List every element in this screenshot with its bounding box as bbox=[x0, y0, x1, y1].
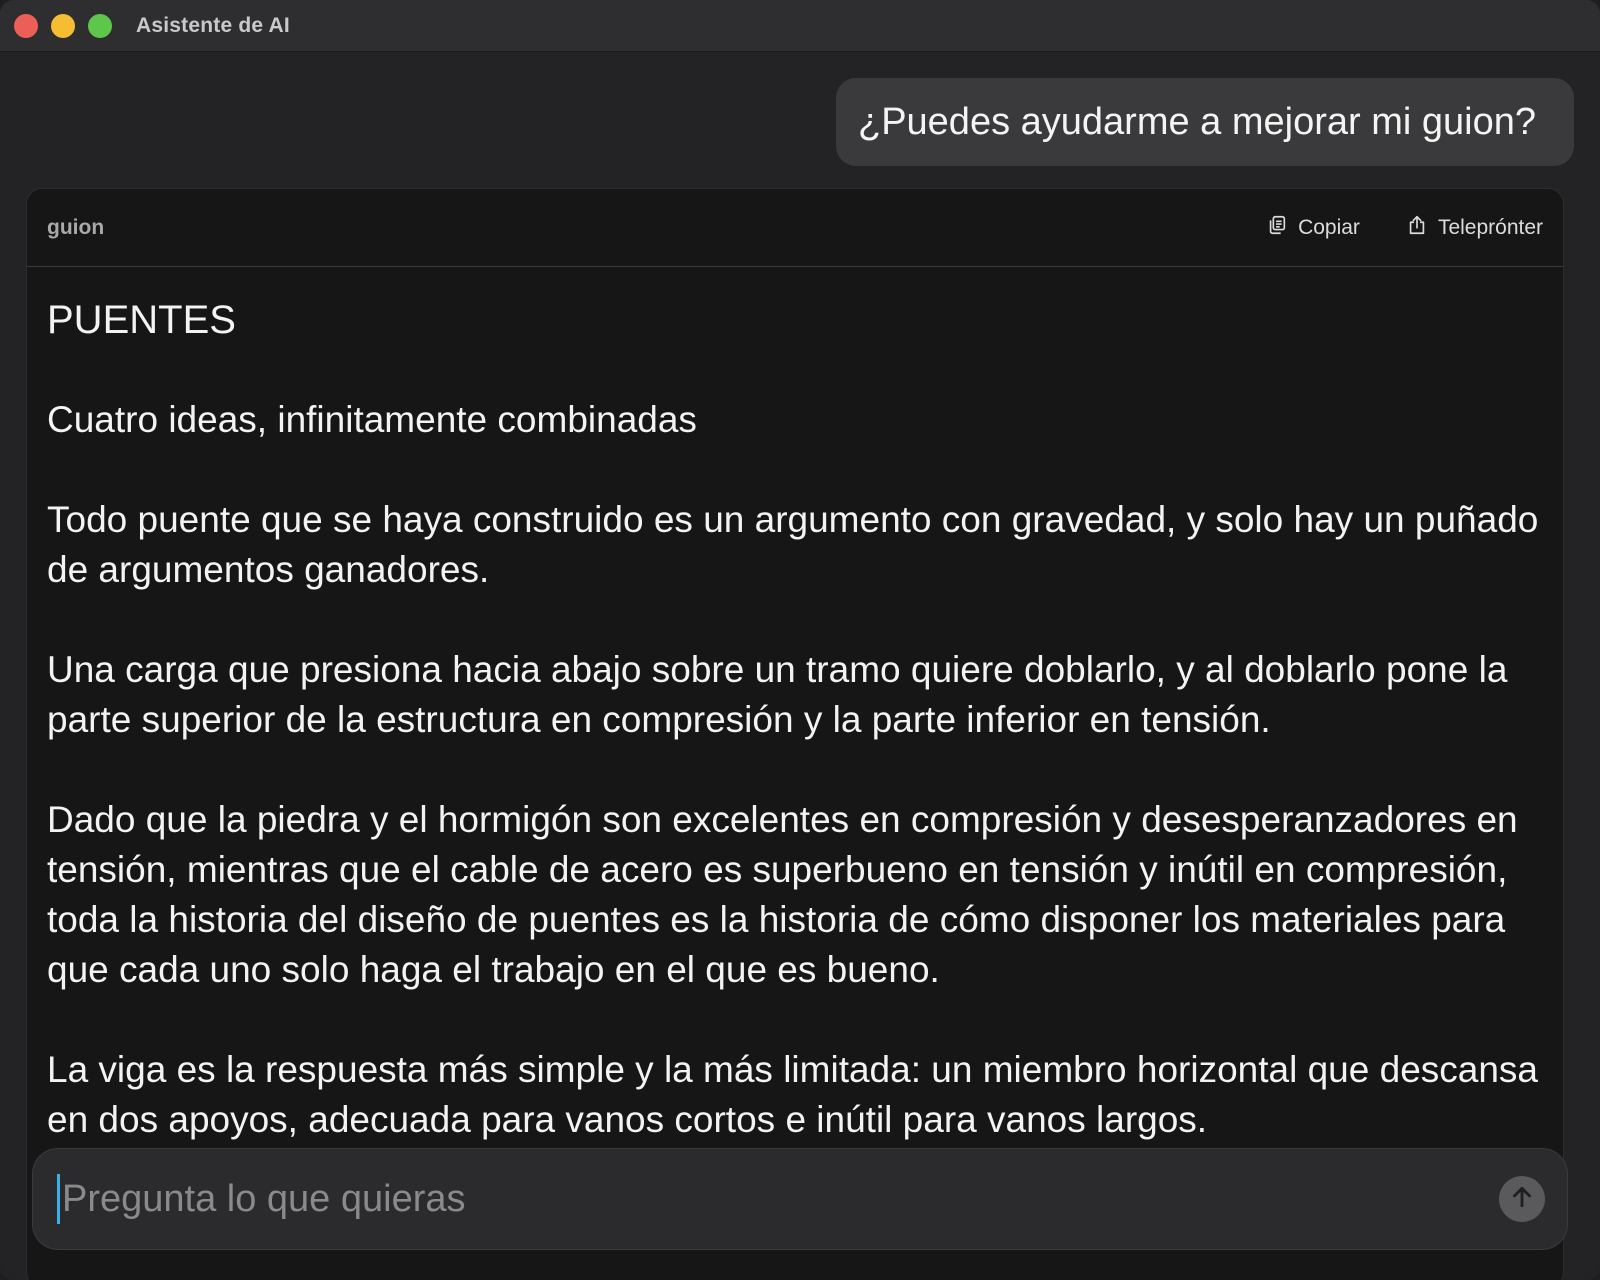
prompt-input[interactable] bbox=[62, 1177, 1499, 1221]
window-title: Asistente de AI bbox=[136, 13, 290, 37]
send-button[interactable] bbox=[1499, 1176, 1545, 1222]
teleprompter-button-label: Teleprónter bbox=[1437, 215, 1543, 239]
copy-button-label: Copiar bbox=[1298, 215, 1360, 239]
minimize-window-button[interactable] bbox=[51, 13, 75, 38]
close-window-button[interactable] bbox=[14, 13, 38, 38]
script-content: PUENTES Cuatro ideas, infinitamente comb… bbox=[27, 267, 1563, 1227]
script-card-label: guion bbox=[47, 215, 105, 239]
user-message-text: ¿Puedes ayudarme a mejorar mi guion? bbox=[857, 100, 1536, 143]
script-paragraph: Todo puente que se haya construido es un… bbox=[47, 499, 1539, 590]
copy-icon bbox=[1266, 214, 1288, 242]
script-card: guion Copiar Teleprónter PUENTES Cuatro … bbox=[26, 188, 1564, 1280]
script-title: PUENTES bbox=[47, 298, 236, 342]
script-card-actions: Copiar Teleprónter bbox=[1266, 214, 1543, 242]
message-composer bbox=[32, 1148, 1568, 1250]
script-paragraph: Dado que la piedra y el hormigón son exc… bbox=[47, 799, 1518, 990]
script-paragraph: Una carga que presiona hacia abajo sobre… bbox=[47, 649, 1508, 740]
script-card-header: guion Copiar Teleprónter bbox=[27, 189, 1563, 267]
script-subtitle: Cuatro ideas, infinitamente combinadas bbox=[47, 399, 697, 440]
app-window: Asistente de AI ¿Puedes ayudarme a mejor… bbox=[0, 0, 1600, 1280]
arrow-up-icon bbox=[1509, 1184, 1535, 1215]
maximize-window-button[interactable] bbox=[88, 13, 112, 38]
script-paragraph: La viga es la respuesta más simple y la … bbox=[47, 1049, 1539, 1140]
title-bar: Asistente de AI bbox=[0, 0, 1600, 52]
text-caret bbox=[57, 1174, 60, 1224]
user-message-bubble: ¿Puedes ayudarme a mejorar mi guion? bbox=[835, 78, 1574, 166]
share-icon bbox=[1406, 214, 1428, 242]
window-controls bbox=[14, 13, 112, 38]
teleprompter-button[interactable]: Teleprónter bbox=[1406, 214, 1543, 242]
copy-button[interactable]: Copiar bbox=[1266, 214, 1360, 242]
